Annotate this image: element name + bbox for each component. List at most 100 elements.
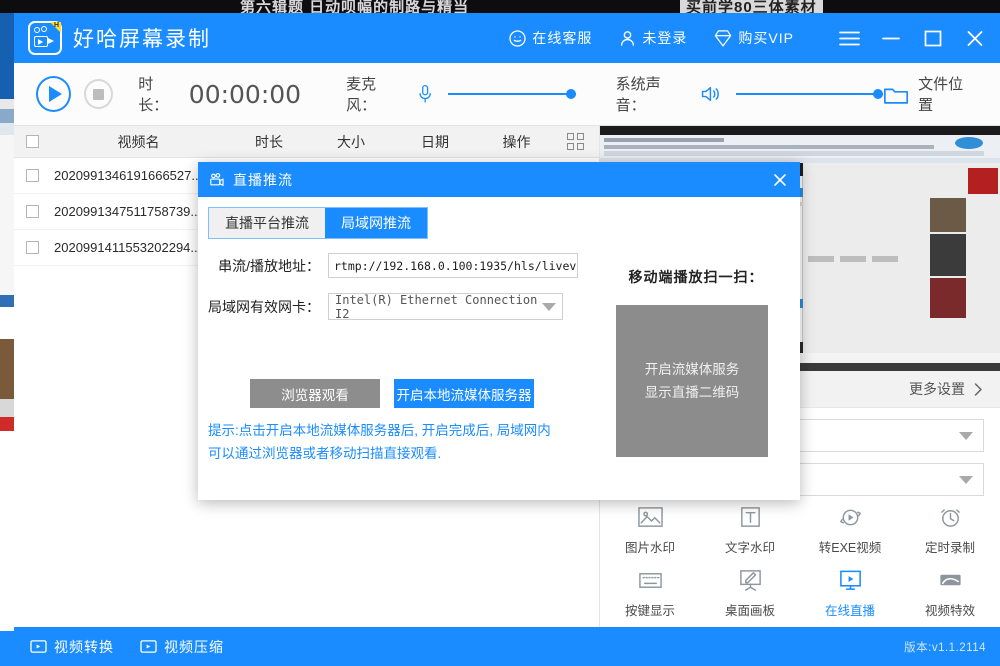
text-t-icon bbox=[737, 505, 764, 530]
system-volume-slider[interactable] bbox=[736, 89, 883, 99]
tool-label: 按键显示 bbox=[625, 600, 675, 619]
microphone-label: 麦克风： bbox=[346, 73, 404, 115]
dialog-close-button[interactable] bbox=[760, 162, 800, 197]
tool-label: 文字水印 bbox=[725, 537, 775, 556]
select-all-checkbox[interactable] bbox=[26, 135, 39, 148]
browser-watch-button[interactable]: 浏览器观看 bbox=[250, 379, 380, 408]
backdrop-strip-text-left: 第六辑题 日动呗幅的制路与精当 bbox=[240, 0, 469, 13]
close-icon bbox=[772, 172, 788, 188]
speaker-icon[interactable] bbox=[700, 83, 722, 105]
title-bar: H 好哈屏幕录制 在线客服 未登录 bbox=[14, 13, 1000, 63]
tool-video-effects[interactable]: 视频特效 bbox=[900, 564, 1000, 619]
backdrop-chip bbox=[0, 109, 14, 123]
smiley-icon bbox=[508, 29, 527, 48]
dialog-tip: 提示:点击开启本地流媒体服务器后, 开启完成后, 局域网内 可以通过浏览器或者移… bbox=[208, 419, 598, 465]
maximize-icon bbox=[923, 29, 943, 48]
online-service-button[interactable]: 在线客服 bbox=[508, 28, 592, 48]
backdrop-chip bbox=[0, 431, 14, 631]
maximize-button[interactable] bbox=[912, 13, 954, 63]
minimize-button[interactable] bbox=[870, 13, 912, 63]
version-text: 版本:v1.1.2114 bbox=[904, 639, 986, 655]
record-button[interactable] bbox=[36, 76, 71, 112]
backdrop-chip bbox=[0, 417, 14, 431]
preview-chrome bbox=[604, 138, 724, 142]
tool-online-live[interactable]: 在线直播 bbox=[800, 564, 900, 619]
network-card-select[interactable]: Intel(R) Ethernet Connection I2 bbox=[328, 293, 563, 320]
app-title: 好哈屏幕录制 bbox=[73, 23, 211, 53]
slider-knob[interactable] bbox=[566, 89, 576, 99]
column-header-date[interactable]: 日期 bbox=[391, 132, 479, 152]
close-button[interactable] bbox=[954, 13, 996, 63]
monitor-play-icon bbox=[837, 568, 864, 593]
select-all-cell bbox=[14, 135, 50, 148]
backdrop-chip bbox=[0, 135, 14, 295]
stop-button[interactable] bbox=[84, 79, 113, 109]
menu-button[interactable] bbox=[828, 13, 870, 63]
column-header-duration[interactable]: 时长 bbox=[227, 132, 311, 152]
caret-down-icon bbox=[959, 432, 973, 440]
system-audio-group: 系统声音： bbox=[616, 73, 883, 115]
dialog-tip-line1: 提示:点击开启本地流媒体服务器后, 开启完成后, 局域网内 bbox=[208, 419, 598, 442]
account-button[interactable]: 未登录 bbox=[618, 28, 687, 48]
logo-play-triangle bbox=[38, 39, 43, 45]
backdrop-strip-text-right: 买前学80三体素材 bbox=[680, 0, 823, 13]
row-select-cell bbox=[14, 241, 50, 254]
file-location-button[interactable]: 文件位置 bbox=[883, 73, 976, 115]
tool-label: 图片水印 bbox=[625, 537, 675, 556]
video-compress-icon bbox=[140, 639, 157, 654]
chevron-right-icon bbox=[973, 382, 984, 397]
video-compress-button[interactable]: 视频压缩 bbox=[140, 637, 224, 657]
row-checkbox[interactable] bbox=[26, 169, 39, 182]
network-card-row: 局域网有效网卡： Intel(R) Ethernet Connection I2 bbox=[208, 293, 563, 320]
play-circle-icon bbox=[49, 86, 62, 102]
diamond-icon bbox=[713, 28, 733, 48]
tool-exe-video[interactable]: 转EXE视频 bbox=[800, 501, 900, 556]
online-service-label: 在线客服 bbox=[532, 28, 592, 48]
tab-lan-push[interactable]: 局域网推流 bbox=[325, 208, 427, 238]
stream-url-row: 串流/播放地址： rtmp://192.168.0.100:1935/hls/l… bbox=[208, 253, 578, 278]
slider-knob[interactable] bbox=[873, 89, 883, 99]
tool-grid: 图片水印 文字水印 bbox=[600, 491, 1000, 619]
logo-head-a bbox=[34, 27, 40, 33]
backdrop-chip bbox=[0, 399, 14, 417]
clock-icon bbox=[937, 505, 964, 530]
microphone-volume-slider[interactable] bbox=[448, 89, 575, 99]
live-stream-dialog: 直播推流 直播平台推流 局域网推流 串流/播放地址： rtmp://192.16… bbox=[198, 162, 800, 500]
row-checkbox[interactable] bbox=[26, 241, 39, 254]
microphone-icon[interactable] bbox=[416, 83, 434, 105]
image-icon bbox=[637, 505, 664, 530]
dialog-tabs: 直播平台推流 局域网推流 bbox=[208, 207, 428, 239]
stream-url-input[interactable]: rtmp://192.168.0.100:1935/hls/liveview bbox=[328, 253, 578, 278]
column-header-name[interactable]: 视频名 bbox=[50, 132, 227, 152]
tool-desktop-board[interactable]: 桌面画板 bbox=[700, 564, 800, 619]
preview-chrome bbox=[955, 137, 983, 149]
preview-tile bbox=[872, 256, 898, 262]
preview-chrome bbox=[600, 126, 1000, 135]
grid-view-icon[interactable] bbox=[567, 133, 584, 150]
video-convert-button[interactable]: 视频转换 bbox=[30, 637, 114, 657]
video-fx-icon bbox=[937, 568, 964, 593]
preview-thumb bbox=[930, 278, 966, 318]
caret-down-icon bbox=[959, 476, 973, 484]
account-label: 未登录 bbox=[642, 28, 687, 48]
row-checkbox[interactable] bbox=[26, 205, 39, 218]
tool-image-watermark[interactable]: 图片水印 bbox=[600, 501, 700, 556]
folder-icon bbox=[883, 83, 909, 106]
dialog-tip-line2: 可以通过浏览器或者移动扫描直接观看. bbox=[208, 442, 598, 465]
qr-placeholder[interactable]: 开启流媒体服务 显示直播二维码 bbox=[616, 305, 768, 457]
preview-thumb bbox=[930, 198, 966, 232]
tool-timed-record[interactable]: 定时录制 bbox=[900, 501, 1000, 556]
more-settings-label: 更多设置 bbox=[909, 379, 965, 399]
tab-platform-push[interactable]: 直播平台推流 bbox=[209, 208, 325, 238]
buy-vip-label: 购买VIP bbox=[738, 28, 794, 48]
live-stream-icon bbox=[209, 172, 225, 187]
start-local-server-button[interactable]: 开启本地流媒体服务器 bbox=[394, 379, 534, 408]
row-select-cell bbox=[14, 169, 50, 182]
tool-key-display[interactable]: 按键显示 bbox=[600, 564, 700, 619]
column-header-size[interactable]: 大小 bbox=[311, 132, 391, 152]
video-convert-label: 视频转换 bbox=[54, 637, 114, 657]
slider-track bbox=[736, 93, 883, 95]
buy-vip-button[interactable]: 购买VIP bbox=[713, 28, 794, 48]
tool-text-watermark[interactable]: 文字水印 bbox=[700, 501, 800, 556]
preview-tile bbox=[840, 256, 866, 262]
